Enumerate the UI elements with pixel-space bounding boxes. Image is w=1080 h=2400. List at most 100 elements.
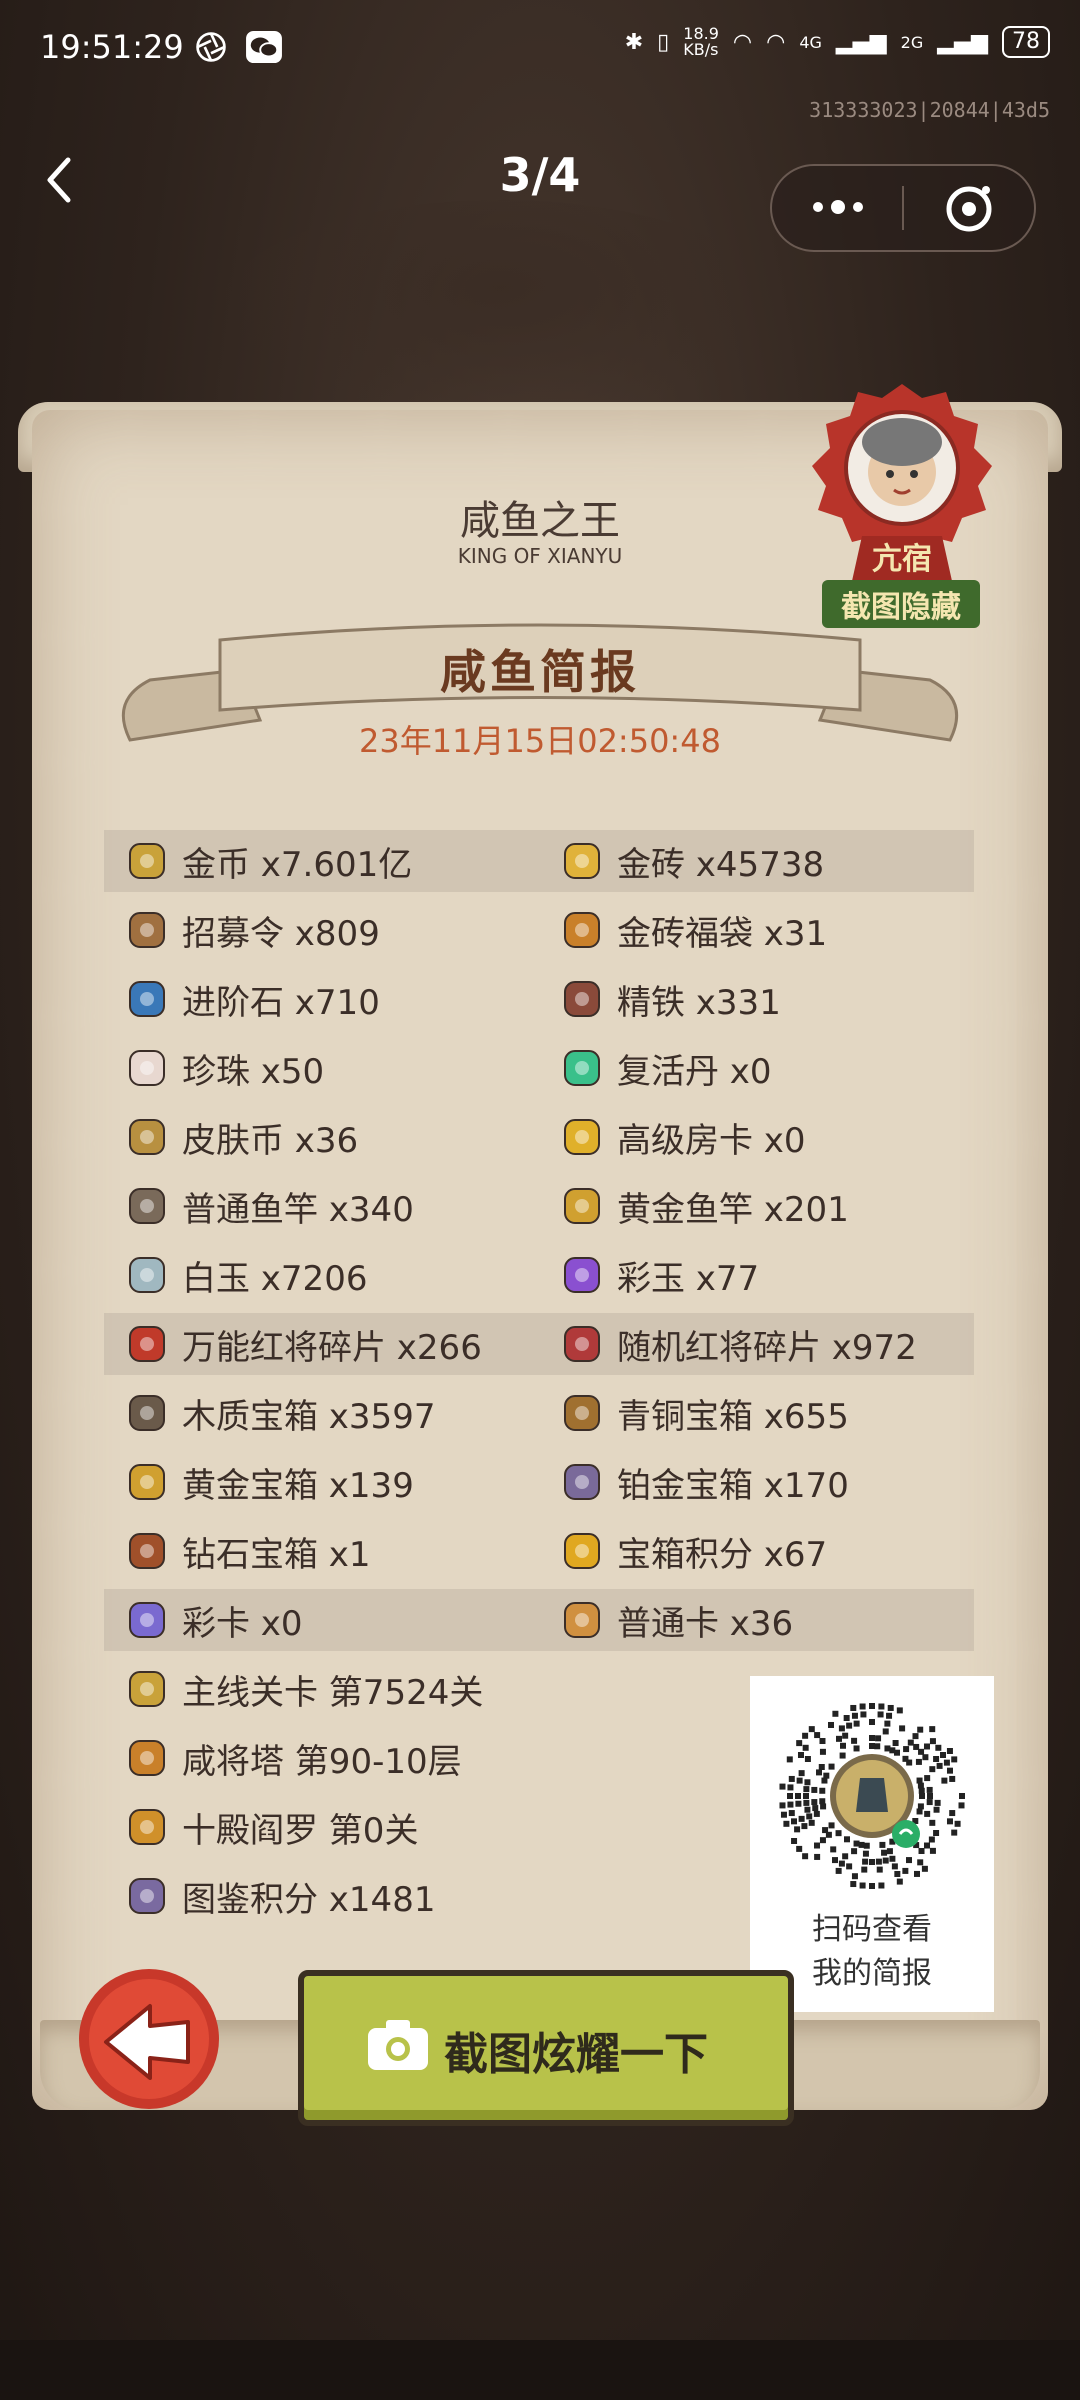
gold-coin-icon xyxy=(124,838,170,884)
main-stage-icon xyxy=(124,1666,170,1712)
item-cell-left: 普通鱼竿 x340 xyxy=(124,1175,414,1237)
background-decoration xyxy=(220,200,780,420)
pearl-icon xyxy=(124,1045,170,1091)
signal-4g: 4G xyxy=(799,32,822,52)
status-bar: 19:51:29 ✱ ▯ 18.9 KB/s ◠ ◠ 4G ▂▄▆ 2G ▂▄▆… xyxy=(0,0,1080,96)
color-jade-icon xyxy=(559,1252,605,1298)
item-cell-right: 铂金宝箱 x170 xyxy=(559,1451,849,1513)
fishing-rod-icon xyxy=(124,1183,170,1229)
item-label: 精铁 x331 xyxy=(617,982,781,1023)
item-label: 木质宝箱 x3597 xyxy=(182,1396,436,1437)
report-date: 23年11月15日02:50:48 xyxy=(359,722,721,760)
network-speed: 18.9 KB/s xyxy=(683,24,719,59)
item-cell-left: 黄金宝箱 x139 xyxy=(124,1451,414,1513)
tower-icon xyxy=(124,1735,170,1781)
item-cell-right: 黄金鱼竿 x201 xyxy=(559,1175,849,1237)
item-cell-right: 普通卡 x36 xyxy=(559,1589,793,1651)
item-cell-right: 精铁 x331 xyxy=(559,968,781,1030)
skin-coin-icon xyxy=(124,1114,170,1160)
item-cell-right: 随机红将碎片 x972 xyxy=(559,1313,917,1375)
item-cell-right: 金砖福袋 x31 xyxy=(559,899,827,961)
item-cell-left: 珍珠 x50 xyxy=(124,1037,324,1099)
bluetooth-icon: ✱ xyxy=(624,29,644,55)
item-cell-left: 十殿阎罗 第0关 xyxy=(124,1796,418,1858)
return-button[interactable] xyxy=(76,1966,222,2112)
golden-chest-icon xyxy=(124,1459,170,1505)
item-cell-left: 招募令 x809 xyxy=(124,899,380,961)
item-cell-left: 进阶石 x710 xyxy=(124,968,380,1030)
chest-points-icon xyxy=(559,1528,605,1574)
hide-in-screenshot-label[interactable]: 截图隐藏 xyxy=(822,580,980,628)
item-cell-left: 咸将塔 第90-10层 xyxy=(124,1727,462,1789)
red-fragment-chest-icon xyxy=(124,1321,170,1367)
item-label: 彩玉 x77 xyxy=(617,1258,760,1299)
item-row: 木质宝箱 x3597 青铜宝箱 x655 xyxy=(104,1382,974,1444)
item-cell-right: 彩玉 x77 xyxy=(559,1244,759,1306)
item-label: 高级房卡 x0 xyxy=(617,1120,806,1161)
item-label: 万能红将碎片 x266 xyxy=(182,1327,482,1368)
platinum-chest-icon xyxy=(559,1459,605,1505)
item-label: 复活丹 x0 xyxy=(617,1051,772,1092)
badge-name: 亢宿 xyxy=(872,542,932,577)
item-row: 招募令 x809 金砖福袋 x31 xyxy=(104,899,974,961)
status-time: 19:51:29 xyxy=(40,28,184,66)
item-label: 金币 x7.601亿 xyxy=(182,844,413,885)
item-cell-left: 图鉴积分 x1481 xyxy=(124,1865,435,1927)
item-row: 彩卡 x0 普通卡 x36 xyxy=(104,1589,974,1651)
item-row: 万能红将碎片 x266 随机红将碎片 x972 xyxy=(104,1313,974,1375)
item-cell-left: 木质宝箱 x3597 xyxy=(124,1382,435,1444)
advance-stone-icon xyxy=(124,976,170,1022)
item-label: 招募令 x809 xyxy=(182,913,380,954)
wifi-icon-2: ◠ xyxy=(766,29,786,55)
item-cell-left: 万能红将碎片 x266 xyxy=(124,1313,482,1375)
item-cell-right: 高级房卡 x0 xyxy=(559,1106,806,1168)
wifi-icon: ◠ xyxy=(732,29,753,55)
item-row: 白玉 x7206 彩玉 x77 xyxy=(104,1244,974,1306)
signal-bars-icon-2: ▂▄▆ xyxy=(937,29,988,55)
item-row: 珍珠 x50 复活丹 x0 xyxy=(104,1037,974,1099)
item-label: 随机红将碎片 x972 xyxy=(617,1327,917,1368)
room-card-icon xyxy=(559,1114,605,1160)
close-target-icon[interactable] xyxy=(944,184,994,234)
bronze-chest-icon xyxy=(559,1390,605,1436)
signal-bars-icon: ▂▄▆ xyxy=(835,29,887,55)
gold-bag-icon xyxy=(559,907,605,953)
revive-pill-icon xyxy=(559,1045,605,1091)
item-label: 宝箱积分 x67 xyxy=(617,1534,828,1575)
diamond-chest-icon xyxy=(124,1528,170,1574)
navigation-bar xyxy=(0,2340,1080,2400)
signal-2g: 2G xyxy=(900,32,924,52)
share-screenshot-button[interactable]: 截图炫耀一下 xyxy=(298,1970,794,2126)
more-icon[interactable] xyxy=(808,192,868,222)
report-heading: 咸鱼简报 xyxy=(440,645,640,699)
item-label: 普通鱼竿 x340 xyxy=(182,1189,414,1230)
codex-points-icon xyxy=(124,1873,170,1919)
qr-code xyxy=(774,1698,970,1894)
item-row: 进阶石 x710 精铁 x331 xyxy=(104,968,974,1030)
item-label: 金砖 x45738 xyxy=(617,844,825,885)
item-label: 十殿阎罗 第0关 xyxy=(182,1810,419,1851)
item-cell-right: 青铜宝箱 x655 xyxy=(559,1382,849,1444)
capsule-divider xyxy=(902,186,904,230)
golden-rod-icon xyxy=(559,1183,605,1229)
item-label: 钻石宝箱 x1 xyxy=(182,1534,371,1575)
item-label: 黄金宝箱 x139 xyxy=(182,1465,414,1506)
random-fragment-chest-icon xyxy=(559,1321,605,1367)
qr-caption-line1: 扫码查看 xyxy=(812,1912,932,1947)
item-label: 珍珠 x50 xyxy=(182,1051,325,1092)
item-label: 咸将塔 第90-10层 xyxy=(182,1741,462,1782)
item-label: 图鉴积分 x1481 xyxy=(182,1879,436,1920)
item-label: 主线关卡 第7524关 xyxy=(182,1672,484,1713)
color-card-icon xyxy=(124,1597,170,1643)
item-cell-right: 复活丹 x0 xyxy=(559,1037,772,1099)
item-row: 钻石宝箱 x1 宝箱积分 x67 xyxy=(104,1520,974,1582)
vibrate-icon: ▯ xyxy=(657,29,670,55)
aperture-icon xyxy=(196,32,226,62)
white-jade-icon xyxy=(124,1252,170,1298)
item-cell-right: 金砖 x45738 xyxy=(559,830,824,892)
refined-iron-icon xyxy=(559,976,605,1022)
item-row: 金币 x7.601亿 金砖 x45738 xyxy=(104,830,974,892)
item-label: 彩卡 x0 xyxy=(182,1603,303,1644)
qr-card[interactable]: 扫码查看 我的简报 xyxy=(750,1676,994,2012)
recruit-token-icon xyxy=(124,907,170,953)
